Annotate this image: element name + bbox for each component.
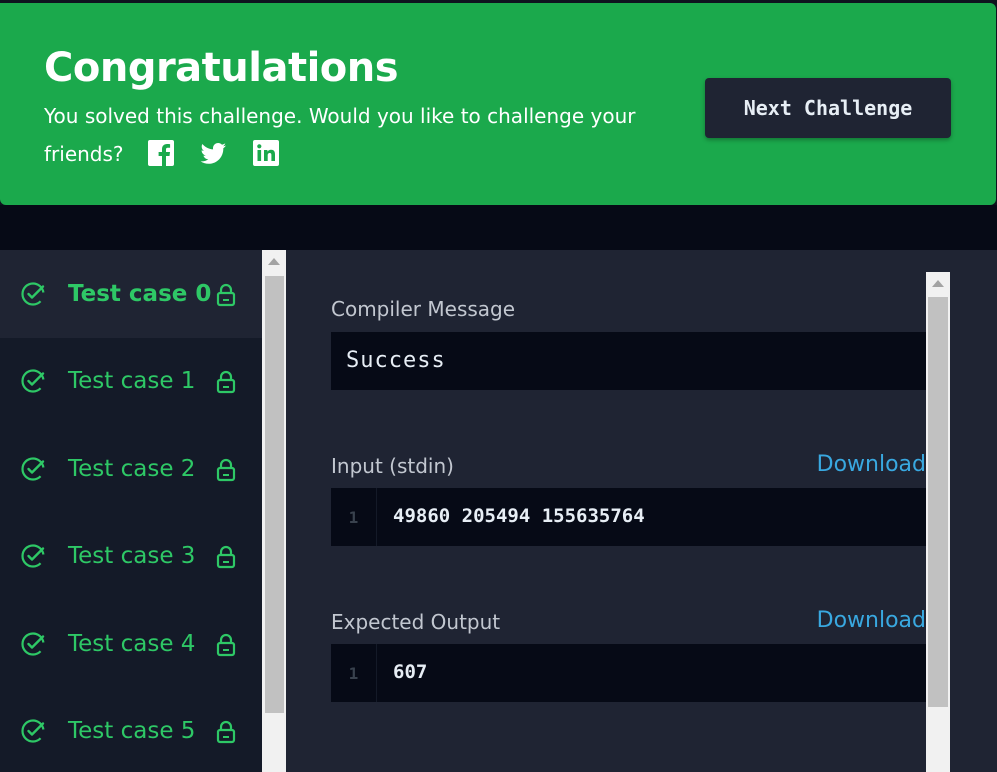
output-download-link[interactable]: Download bbox=[817, 608, 926, 633]
test-case-details: Compiler Message Success Input (stdin) D… bbox=[286, 250, 997, 772]
lock-icon bbox=[214, 283, 238, 307]
test-case-label: Test case 4 bbox=[68, 630, 196, 657]
check-circle-icon bbox=[20, 718, 46, 744]
compiler-message-box: Success bbox=[331, 332, 926, 390]
expected-output-value: 607 bbox=[393, 661, 428, 683]
lock-icon bbox=[214, 633, 238, 657]
test-case-list: Test case 0 Test case 1 Test case 2 Test ca… bbox=[0, 250, 262, 772]
lock-icon bbox=[214, 545, 238, 569]
linkedin-icon[interactable] bbox=[251, 138, 281, 168]
input-value: 49860 205494 155635764 bbox=[393, 505, 645, 527]
lock-icon bbox=[214, 370, 238, 394]
test-case-item[interactable]: Test case 5 bbox=[0, 688, 262, 772]
scroll-up-arrow-icon[interactable] bbox=[932, 280, 944, 287]
check-circle-icon bbox=[20, 543, 46, 569]
line-number: 1 bbox=[331, 488, 377, 546]
check-circle-icon bbox=[20, 281, 46, 307]
check-circle-icon bbox=[20, 456, 46, 482]
expected-output-box: 1 607 bbox=[331, 644, 926, 702]
twitter-icon[interactable] bbox=[198, 138, 228, 168]
test-case-item[interactable]: Test case 0 bbox=[0, 250, 262, 338]
sidebar-scrollbar[interactable] bbox=[262, 250, 286, 772]
lock-icon bbox=[214, 720, 238, 744]
banner-message-text: You solved this challenge. Would you lik… bbox=[44, 104, 636, 166]
banner-title: Congratulations bbox=[44, 45, 399, 91]
test-case-label: Test case 2 bbox=[68, 455, 196, 482]
input-download-link[interactable]: Download bbox=[817, 452, 926, 477]
scroll-up-arrow-icon[interactable] bbox=[268, 258, 280, 265]
test-case-label: Test case 5 bbox=[68, 718, 196, 745]
details-scroll-thumb[interactable] bbox=[928, 297, 948, 707]
facebook-icon[interactable] bbox=[146, 138, 176, 168]
check-circle-icon bbox=[20, 368, 46, 394]
test-case-item[interactable]: Test case 1 bbox=[0, 338, 262, 426]
banner-message: You solved this challenge. Would you lik… bbox=[44, 97, 644, 173]
line-number: 1 bbox=[331, 644, 377, 702]
output-header: Download bbox=[331, 608, 926, 638]
test-case-item[interactable]: Test case 4 bbox=[0, 600, 262, 688]
test-case-item[interactable]: Test case 2 bbox=[0, 425, 262, 513]
congratulations-banner: Congratulations You solved this challeng… bbox=[0, 3, 996, 205]
sidebar-scroll-thumb[interactable] bbox=[265, 276, 284, 713]
test-case-label: Test case 0 bbox=[68, 280, 212, 307]
details-scrollbar[interactable] bbox=[926, 272, 950, 772]
test-case-label: Test case 3 bbox=[68, 543, 196, 570]
compiler-message-text: Success bbox=[346, 348, 446, 373]
next-challenge-button[interactable]: Next Challenge bbox=[705, 78, 951, 138]
lock-icon bbox=[214, 458, 238, 482]
test-case-label: Test case 1 bbox=[68, 368, 196, 395]
input-box: 1 49860 205494 155635764 bbox=[331, 488, 926, 546]
compiler-message-label: Compiler Message bbox=[331, 297, 516, 321]
input-header: Download bbox=[331, 452, 926, 482]
divider-strip bbox=[0, 205, 997, 250]
check-circle-icon bbox=[20, 631, 46, 657]
test-case-item[interactable]: Test case 3 bbox=[0, 513, 262, 601]
